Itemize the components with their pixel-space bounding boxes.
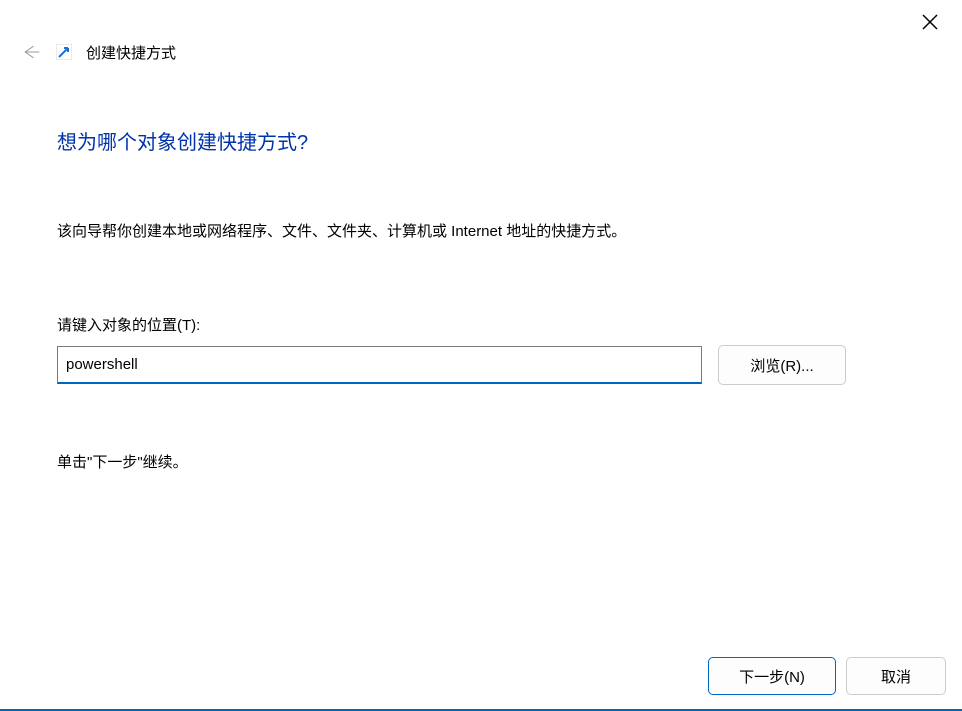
next-button[interactable]: 下一步(N) <box>708 657 836 695</box>
location-input[interactable] <box>57 346 702 384</box>
shortcut-icon <box>56 44 72 60</box>
back-arrow-icon <box>21 42 41 62</box>
wizard-description: 该向导帮你创建本地或网络程序、文件、文件夹、计算机或 Internet 地址的快… <box>57 221 902 242</box>
page-heading: 想为哪个对象创建快捷方式? <box>57 126 902 155</box>
header-row: 创建快捷方式 <box>0 36 962 68</box>
cancel-button[interactable]: 取消 <box>846 657 946 695</box>
input-row: 浏览(R)... <box>57 345 902 385</box>
location-label: 请键入对象的位置(T): <box>57 314 902 335</box>
footer: 下一步(N) 取消 <box>708 657 946 695</box>
back-button[interactable] <box>20 41 42 63</box>
instruction-text: 单击"下一步"继续。 <box>57 451 902 472</box>
content-area: 想为哪个对象创建快捷方式? 该向导帮你创建本地或网络程序、文件、文件夹、计算机或… <box>0 68 962 472</box>
close-button[interactable] <box>914 10 946 34</box>
browse-button[interactable]: 浏览(R)... <box>718 345 846 385</box>
titlebar <box>0 0 962 36</box>
wizard-title: 创建快捷方式 <box>86 42 176 63</box>
close-icon <box>921 13 939 31</box>
